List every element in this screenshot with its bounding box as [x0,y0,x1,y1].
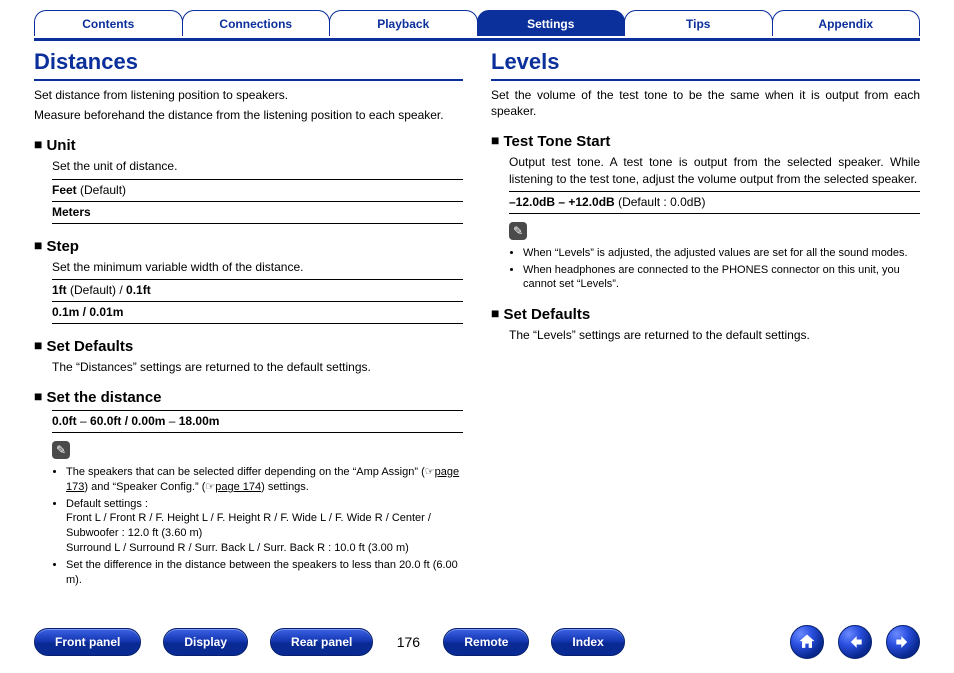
note-item: The speakers that can be selected differ… [66,465,463,495]
page-number: 176 [373,634,443,650]
option-row: Meters [52,205,463,219]
tab-playback[interactable]: Playback [329,10,478,36]
intro-text: Measure beforehand the distance from the… [34,107,463,123]
note-text: Surround L / Surround R / Surr. Back L /… [66,542,409,554]
pill-remote[interactable]: Remote [443,628,529,656]
intro-text: Set the volume of the test tone to be th… [491,87,920,119]
note-text: The speakers that can be selected differ… [66,466,435,478]
note-text: Default settings : [66,498,148,510]
heading-set-defaults: Set Defaults [491,306,920,323]
notes-list: The speakers that can be selected differ… [52,465,463,588]
section-title-levels: Levels [491,47,920,81]
range-a: 0.0ft [52,414,77,428]
tab-label: Appendix [818,17,873,31]
pill-display[interactable]: Display [163,628,248,656]
notes-list: When “Levels” is adjusted, the adjusted … [509,246,920,293]
range-dash: – [165,414,178,428]
option-1ft: 1ft [52,283,67,297]
option-row: Feet (Default) [52,183,463,197]
tab-tips[interactable]: Tips [624,10,773,36]
tab-label: Connections [219,17,292,31]
note-icon: ✎ [509,222,527,240]
range-b: 60.0ft / 0.00m [90,414,165,428]
heading-set-distance: Set the distance [34,389,463,406]
option-feet: Feet [52,183,77,197]
rule [52,410,463,411]
tab-label: Playback [377,17,429,31]
option-meters: Meters [52,205,91,219]
heading-unit: Unit [34,137,463,154]
pill-front-panel[interactable]: Front panel [34,628,141,656]
desc-set-defaults: The “Distances” settings are returned to… [52,359,463,375]
rule [52,432,463,433]
tab-label: Tips [686,17,710,31]
range-c: 18.00m [179,414,220,428]
option-metric: 0.1m / 0.01m [52,305,123,319]
option-row: 0.1m / 0.01m [52,305,463,319]
col-levels: Levels Set the volume of the test tone t… [491,47,920,590]
section-title-distances: Distances [34,47,463,81]
arrow-left-icon [845,632,865,652]
rule [509,191,920,192]
rule [52,279,463,280]
pill-index[interactable]: Index [551,628,624,656]
note-item: When “Levels” is adjusted, the adjusted … [523,246,920,261]
next-button[interactable] [886,625,920,659]
desc-set-defaults: The “Levels” settings are returned to th… [509,327,920,343]
prev-button[interactable] [838,625,872,659]
note-item: Default settings : Front L / Front R / F… [66,497,463,556]
intro-text: Set distance from listening position to … [34,87,463,103]
footer-nav: Front panel Display Rear panel 176 Remot… [34,625,920,659]
link-page-174[interactable]: page 174 [215,481,261,493]
rule [52,179,463,180]
tab-underline [34,38,920,41]
tab-connections[interactable]: Connections [182,10,331,36]
rule [509,213,920,214]
arrow-right-icon [893,632,913,652]
rule [52,323,463,324]
heading-test-tone: Test Tone Start [491,133,920,150]
desc-unit: Set the unit of distance. [52,158,463,174]
tab-settings[interactable]: Settings [477,10,626,36]
note-text: ) and “Speaker Config.” (☞ [84,481,215,493]
tab-contents[interactable]: Contents [34,10,183,36]
heading-set-defaults: Set Defaults [34,338,463,355]
note-text: ) settings. [261,481,309,493]
option-row: 1ft (Default) / 0.1ft [52,283,463,297]
heading-step: Step [34,238,463,255]
note-text: Front L / Front R / F. Height L / F. Hei… [66,512,431,539]
option-01ft: 0.1ft [126,283,151,297]
tab-label: Settings [527,17,574,31]
top-tabs: Contents Connections Playback Settings T… [34,10,920,36]
tab-label: Contents [82,17,134,31]
note-icon: ✎ [52,441,70,459]
rule [52,223,463,224]
range-dash: – [77,414,90,428]
home-icon [797,632,817,652]
home-button[interactable] [790,625,824,659]
option-default-sep: (Default) / [67,283,126,297]
range-db: –12.0dB – +12.0dB [509,195,615,209]
desc-test-tone: Output test tone. A test tone is output … [509,154,920,186]
rule [52,201,463,202]
col-distances: Distances Set distance from listening po… [34,47,463,590]
range-row: 0.0ft – 60.0ft / 0.00m – 18.00m [52,414,463,428]
desc-step: Set the minimum variable width of the di… [52,259,463,275]
option-default-tag: (Default) [77,183,126,197]
range-row: –12.0dB – +12.0dB (Default : 0.0dB) [509,195,920,209]
range-default: (Default : 0.0dB) [615,195,706,209]
note-item: When headphones are connected to the PHO… [523,263,920,293]
note-item: Set the difference in the distance betwe… [66,558,463,588]
pill-rear-panel[interactable]: Rear panel [270,628,373,656]
rule [52,301,463,302]
tab-appendix[interactable]: Appendix [772,10,921,36]
